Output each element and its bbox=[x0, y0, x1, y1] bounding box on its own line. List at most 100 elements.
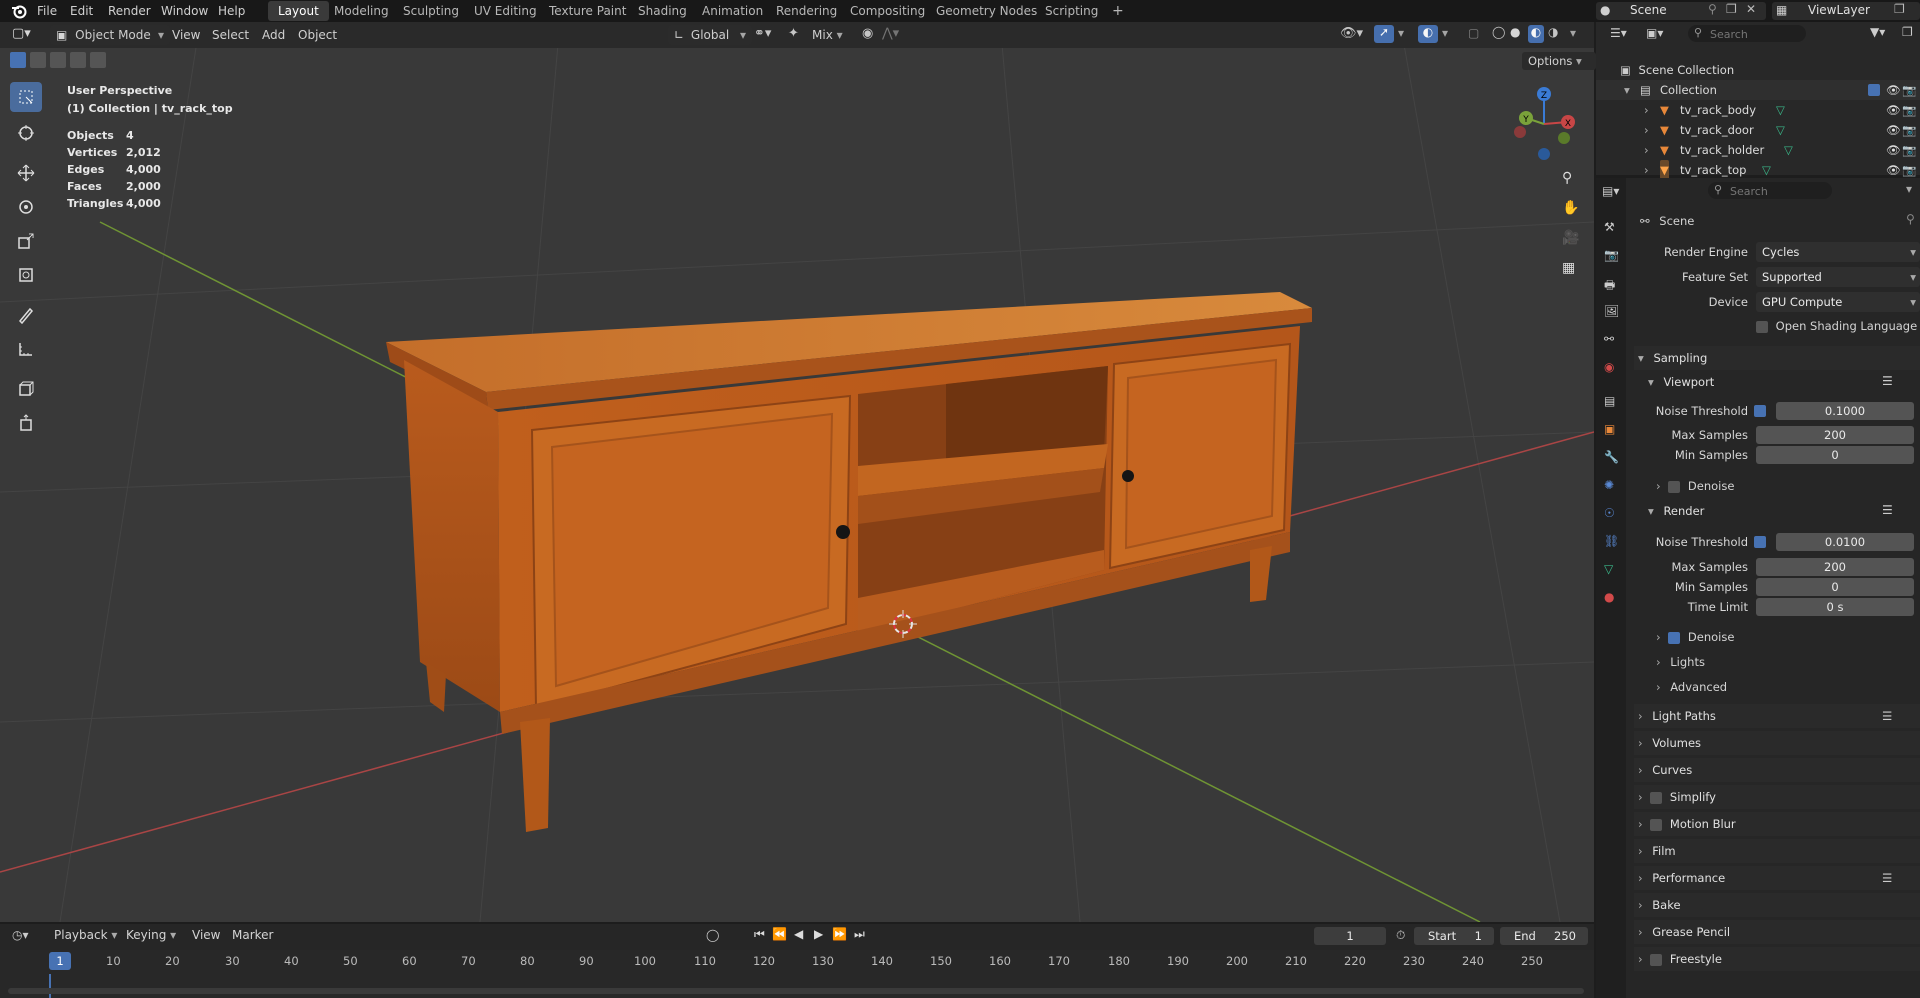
chevron-down-icon[interactable]: ▾ bbox=[1906, 182, 1912, 196]
falloff-icon[interactable]: ⋀▾ bbox=[882, 26, 899, 41]
end-frame-field[interactable]: End 250 bbox=[1500, 927, 1588, 945]
sampling-panel-header[interactable]: ▾ Sampling bbox=[1634, 346, 1920, 370]
gizmo-toggle-icon[interactable]: ➚ bbox=[1374, 25, 1394, 43]
tab-rendering[interactable]: Rendering bbox=[766, 1, 847, 21]
snap-mode-dropdown[interactable]: Mix ▾ bbox=[812, 25, 854, 45]
add-cube-tool-icon[interactable] bbox=[10, 374, 42, 404]
presets-list-icon[interactable]: ☰ bbox=[1882, 374, 1893, 388]
viewlayer-selector[interactable]: ▦ ViewLayer ❐ bbox=[1772, 2, 1920, 20]
presets-list-icon[interactable]: ☰ bbox=[1882, 704, 1892, 728]
world-tab-icon[interactable]: ◉ bbox=[1604, 360, 1614, 374]
menu-select[interactable]: Select bbox=[212, 24, 249, 46]
render-noise-threshold-checkbox[interactable] bbox=[1754, 536, 1766, 548]
ortho-toggle-icon[interactable]: ▦ bbox=[1562, 260, 1575, 276]
particles-tab-icon[interactable]: ✺ bbox=[1604, 478, 1614, 492]
render-denoise-checkbox[interactable] bbox=[1668, 631, 1681, 644]
new-viewlayer-icon[interactable]: ❐ bbox=[1894, 2, 1905, 16]
freestyle-checkbox[interactable] bbox=[1650, 953, 1663, 966]
camera-icon[interactable]: 📷 bbox=[1902, 120, 1916, 140]
pan-hand-icon[interactable]: ✋ bbox=[1562, 200, 1579, 216]
simplify-panel-header[interactable]: › Simplify bbox=[1634, 785, 1920, 809]
chevron-down-icon[interactable]: ▾ bbox=[1442, 26, 1448, 40]
rendered-shading-icon[interactable]: ◑ bbox=[1548, 25, 1558, 39]
camera-icon[interactable]: 📷 bbox=[1902, 160, 1916, 180]
outliner-search[interactable]: ⚲ bbox=[1688, 25, 1806, 42]
wireframe-shading-icon[interactable]: ◯ bbox=[1492, 25, 1505, 39]
xray-icon[interactable]: ▢ bbox=[1468, 26, 1479, 40]
curves-panel-header[interactable]: › Curves bbox=[1634, 758, 1920, 782]
3d-viewport[interactable] bbox=[0, 22, 1594, 922]
physics-tab-icon[interactable]: ☉ bbox=[1604, 506, 1615, 520]
outliner-object-row[interactable]: › ▼ tv_rack_door ▽ 👁 📷 bbox=[1596, 120, 1920, 140]
outliner-search-input[interactable] bbox=[1708, 26, 1804, 42]
mode-dropdown[interactable]: ▣ Object Mode ▾ bbox=[50, 25, 170, 45]
marker-menu[interactable]: Marker bbox=[232, 928, 273, 942]
motion-blur-panel-header[interactable]: › Motion Blur bbox=[1634, 812, 1920, 836]
scene-selector[interactable]: ● Scene ⚲ ❐ ✕ bbox=[1596, 2, 1766, 20]
timeline-view-menu[interactable]: View bbox=[192, 928, 220, 942]
transform-orientation-dropdown[interactable]: ∟ Global ▾ bbox=[668, 25, 752, 45]
tab-animation[interactable]: Animation bbox=[692, 1, 773, 21]
viewport-denoise-option[interactable]: › Denoise bbox=[1656, 475, 1734, 497]
new-collection-icon[interactable]: ❐ bbox=[1902, 25, 1913, 39]
time-limit-field[interactable]: 0 s bbox=[1756, 598, 1914, 616]
simplify-checkbox[interactable] bbox=[1650, 791, 1663, 804]
properties-search[interactable]: ⚲ bbox=[1708, 182, 1832, 199]
current-frame-badge[interactable]: 1 bbox=[49, 952, 71, 970]
menu-object[interactable]: Object bbox=[298, 24, 337, 46]
feature-set-dropdown[interactable]: Supported ▾ bbox=[1756, 267, 1920, 287]
eye-icon[interactable]: 👁 bbox=[1886, 120, 1901, 140]
select-box-tool-icon[interactable] bbox=[10, 82, 42, 112]
viewport-subpanel-header[interactable]: ▾ Viewport bbox=[1648, 370, 1908, 394]
annotate-tool-icon[interactable] bbox=[10, 300, 42, 330]
pin-icon[interactable]: ⚲ bbox=[1708, 2, 1717, 16]
overlay-toggle-icon[interactable]: ◐ bbox=[1418, 25, 1438, 43]
playback-menu[interactable]: Playback ▾ bbox=[54, 928, 117, 942]
tool-tab-icon[interactable]: ⚒ bbox=[1604, 220, 1615, 234]
camera-icon[interactable]: 📷 bbox=[1902, 100, 1916, 120]
motion-blur-checkbox[interactable] bbox=[1650, 818, 1663, 831]
outliner-object-row[interactable]: › ▼ tv_rack_body ▽ 👁 📷 bbox=[1596, 100, 1920, 120]
tab-sculpting[interactable]: Sculpting bbox=[393, 1, 469, 21]
presets-list-icon[interactable]: ☰ bbox=[1882, 503, 1893, 517]
select-extend-icon[interactable] bbox=[30, 52, 46, 68]
keying-menu[interactable]: Keying ▾ bbox=[126, 928, 176, 942]
menu-render[interactable]: Render bbox=[108, 0, 151, 22]
proportional-edit-icon[interactable]: ◉ bbox=[862, 26, 873, 41]
play-icon[interactable]: ▶ bbox=[814, 927, 823, 941]
menu-window[interactable]: Window bbox=[161, 0, 208, 22]
snap-icon[interactable]: ✦ bbox=[788, 26, 799, 41]
material-tab-icon[interactable]: ● bbox=[1604, 590, 1614, 604]
advanced-subpanel-header[interactable]: › Advanced bbox=[1656, 676, 1727, 698]
filter-icon[interactable]: ▼▾ bbox=[1870, 25, 1885, 39]
eye-icon[interactable]: 👁 bbox=[1886, 80, 1901, 100]
film-panel-header[interactable]: › Film bbox=[1634, 839, 1920, 863]
select-intersect-icon[interactable] bbox=[90, 52, 106, 68]
eye-icon[interactable]: 👁 bbox=[1886, 100, 1901, 120]
camera-icon[interactable]: 📷 bbox=[1902, 80, 1916, 100]
tab-scripting[interactable]: Scripting bbox=[1035, 1, 1108, 21]
select-subtract-icon[interactable] bbox=[50, 52, 66, 68]
tab-uv-editing[interactable]: UV Editing bbox=[464, 1, 547, 21]
render-noise-threshold-field[interactable]: 0.0100 bbox=[1776, 533, 1914, 551]
render-min-samples-field[interactable]: 0 bbox=[1756, 578, 1914, 596]
chevron-down-icon[interactable]: ▾ bbox=[1570, 26, 1576, 40]
render-subpanel-header[interactable]: ▾ Render bbox=[1648, 499, 1908, 523]
properties-editor-icon[interactable]: ▤▾ bbox=[1602, 184, 1619, 198]
viewport-max-samples-field[interactable]: 200 bbox=[1756, 426, 1914, 444]
tv-rack-model[interactable] bbox=[386, 292, 1312, 832]
modifier-tab-icon[interactable]: 🔧 bbox=[1604, 450, 1619, 464]
tab-shading[interactable]: Shading bbox=[628, 1, 697, 21]
viewport-denoise-checkbox[interactable] bbox=[1668, 480, 1681, 493]
scene-tab-icon[interactable]: ⚯ bbox=[1604, 332, 1614, 346]
solid-shading-icon[interactable]: ● bbox=[1510, 25, 1520, 39]
timeline-editor-icon[interactable]: ◷▾ bbox=[12, 928, 29, 942]
viewport-min-samples-field[interactable]: 0 bbox=[1756, 446, 1914, 464]
menu-view[interactable]: View bbox=[172, 24, 200, 46]
options-dropdown[interactable]: Options ▾ bbox=[1522, 52, 1596, 70]
outliner-editor-icon[interactable]: ☰▾ bbox=[1610, 26, 1627, 40]
delete-scene-icon[interactable]: ✕ bbox=[1746, 2, 1756, 16]
add-workspace-button[interactable]: + bbox=[1102, 1, 1134, 21]
outliner-object-row-active[interactable]: › ▼ tv_rack_top ▽ 👁 📷 bbox=[1596, 160, 1920, 180]
viewport-noise-threshold-checkbox[interactable] bbox=[1754, 405, 1766, 417]
